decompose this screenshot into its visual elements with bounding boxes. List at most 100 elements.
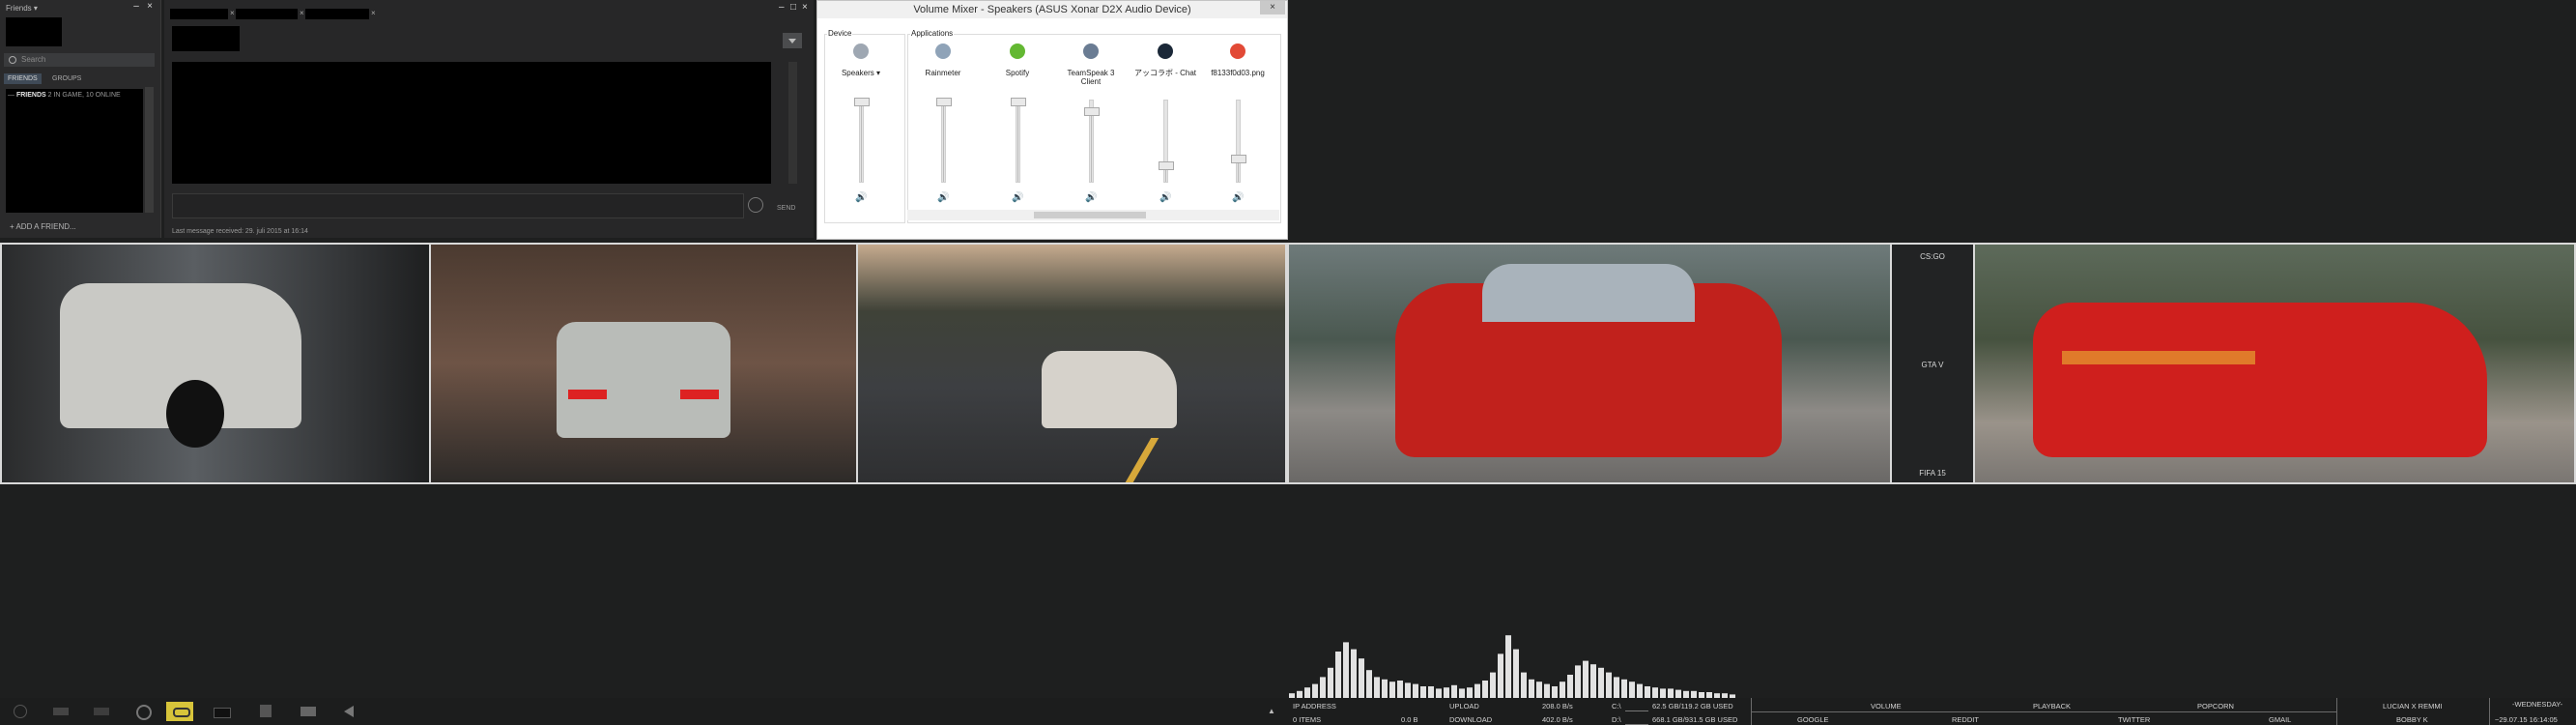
close-tab-icon[interactable]: × xyxy=(230,9,235,17)
volume-slider[interactable] xyxy=(1159,100,1174,183)
settings-icon[interactable] xyxy=(89,702,116,721)
send-button[interactable]: SEND xyxy=(777,205,795,212)
gmail-link[interactable]: GMAIL xyxy=(2269,715,2291,724)
tab-groups[interactable]: GROUPS xyxy=(48,73,85,84)
volume-slider[interactable] xyxy=(854,98,870,183)
speaker-device-icon xyxy=(853,44,869,59)
mute-speaker-icon[interactable]: 🔊 xyxy=(1232,192,1244,203)
chat-scrollbar[interactable] xyxy=(788,62,797,184)
visualizer-bar xyxy=(1428,686,1434,698)
visualizer-bar xyxy=(1621,679,1627,698)
car-photo-2 xyxy=(431,245,856,482)
volume-level-fill xyxy=(1091,114,1092,182)
rainmeter-icon xyxy=(935,44,951,59)
volume-slider-thumb[interactable] xyxy=(854,98,870,106)
drive-d-usage: 668.1 GB/931.5 GB USED xyxy=(1652,715,1738,724)
friends-group-header[interactable]: — FRIENDS 2 IN GAME, 10 ONLINE xyxy=(8,92,121,99)
close-icon[interactable]: × xyxy=(802,2,808,13)
emoticon-icon[interactable] xyxy=(748,197,763,213)
friends-list[interactable] xyxy=(6,89,143,213)
recycle-items-size: 0.0 B xyxy=(1401,715,1418,724)
visualizer-bar xyxy=(1374,677,1380,698)
explorer-icon[interactable] xyxy=(48,702,75,721)
volume-slider-thumb[interactable] xyxy=(1084,107,1100,117)
volume-slider[interactable] xyxy=(1231,100,1246,183)
folder-icon[interactable] xyxy=(296,702,323,721)
chat-partner-avatar[interactable] xyxy=(172,26,240,51)
close-tab-icon[interactable]: × xyxy=(300,9,304,17)
chrome-icon[interactable] xyxy=(129,702,157,721)
drive-c-label[interactable]: C:\ xyxy=(1612,702,1621,710)
close-icon[interactable]: × xyxy=(145,2,155,12)
tray-expand-icon[interactable]: ▲ xyxy=(1268,707,1275,715)
documents-icon[interactable] xyxy=(253,702,280,721)
minimize-icon[interactable]: – xyxy=(779,2,785,13)
close-tab-icon[interactable]: × xyxy=(371,9,376,17)
volume-mixer-window: Volume Mixer - Speakers (ASUS Xonar D2X … xyxy=(816,0,1288,240)
visualizer-bar xyxy=(1598,667,1604,698)
friends-search-input[interactable]: Search xyxy=(4,53,155,67)
upload-label: UPLOAD xyxy=(1449,702,1479,710)
terminal-icon[interactable] xyxy=(209,702,236,721)
add-friend-button[interactable]: + ADD A FRIEND... xyxy=(10,222,76,231)
divider xyxy=(2489,698,2490,725)
minimize-icon[interactable]: – xyxy=(131,2,141,12)
game-link-gtav[interactable]: GTA V xyxy=(1892,361,1973,369)
spotify-icon xyxy=(1010,44,1025,59)
chat-message-input[interactable] xyxy=(172,193,744,218)
tail-light xyxy=(680,390,719,399)
visualizer-bar xyxy=(1297,690,1302,698)
volume-slider[interactable] xyxy=(1084,100,1100,183)
drive-d-label[interactable]: D:\ xyxy=(1612,715,1621,724)
friends-scrollbar[interactable] xyxy=(145,87,154,213)
chat-tab-1[interactable] xyxy=(170,9,228,19)
volume-slider[interactable] xyxy=(1011,98,1026,183)
mute-speaker-icon[interactable]: 🔊 xyxy=(1085,192,1097,203)
channel-label: Speakers ▾ xyxy=(841,69,881,77)
device-group-label: Device xyxy=(827,29,853,38)
volume-slider-thumb[interactable] xyxy=(936,98,952,106)
tail-light xyxy=(2062,351,2255,364)
reddit-link[interactable]: REDDIT xyxy=(1952,715,1979,724)
twitter-link[interactable]: TWITTER xyxy=(2118,715,2150,724)
mute-speaker-icon[interactable]: 🔊 xyxy=(1159,192,1171,203)
divider xyxy=(2336,698,2337,725)
car-shape xyxy=(2033,303,2487,457)
volume-slider-thumb[interactable] xyxy=(1231,154,1246,163)
google-link[interactable]: GOOGLE xyxy=(1797,715,1829,724)
volume-slider-thumb[interactable] xyxy=(1159,160,1174,170)
maximize-icon[interactable]: □ xyxy=(790,2,796,13)
volume-link[interactable]: VOLUME xyxy=(1871,702,1902,710)
game-link-fifa[interactable]: FIFA 15 xyxy=(1892,469,1973,478)
friends-window-title[interactable]: Friends ▾ xyxy=(6,4,38,13)
search-icon xyxy=(9,56,16,64)
user-avatar[interactable] xyxy=(6,17,62,46)
drive-c-usage: 62.5 GB/119.2 GB USED xyxy=(1652,702,1733,710)
mute-speaker-icon[interactable]: 🔊 xyxy=(1012,192,1023,203)
tab-friends[interactable]: FRIENDS xyxy=(4,73,42,84)
playback-link[interactable]: PLAYBACK xyxy=(2033,702,2071,710)
chat-tab-2[interactable] xyxy=(236,9,298,19)
visualizer-bar xyxy=(1583,660,1589,698)
game-link-csgo[interactable]: CS:GO xyxy=(1892,252,1973,261)
visualizer-bar xyxy=(1405,682,1411,698)
visualizer-bar xyxy=(1529,679,1534,698)
steam-chat-window: × × × – □ × SEND Last message received: … xyxy=(164,0,814,238)
visualizer-bar xyxy=(1382,679,1388,698)
visualizer-bar xyxy=(1544,683,1550,698)
volume-slider[interactable] xyxy=(936,98,952,183)
popcorn-link[interactable]: POPCORN xyxy=(2197,702,2234,710)
wallpaper-strip: CS:GO GTA V FIFA 15 xyxy=(0,243,2576,484)
chat-options-dropdown[interactable] xyxy=(783,33,802,48)
back-icon[interactable] xyxy=(336,702,363,721)
visualizer-bar xyxy=(1652,687,1658,698)
steam-icon[interactable] xyxy=(166,702,193,721)
mute-speaker-icon[interactable]: 🔊 xyxy=(855,192,867,203)
volume-slider-thumb[interactable] xyxy=(1011,98,1026,106)
close-icon[interactable]: × xyxy=(1260,1,1285,14)
mixer-scroll-thumb[interactable] xyxy=(1034,212,1146,218)
mute-speaker-icon[interactable]: 🔊 xyxy=(937,192,949,203)
start-icon[interactable] xyxy=(8,702,35,721)
chat-tab-3[interactable] xyxy=(305,9,369,19)
chat-messages xyxy=(172,62,771,184)
